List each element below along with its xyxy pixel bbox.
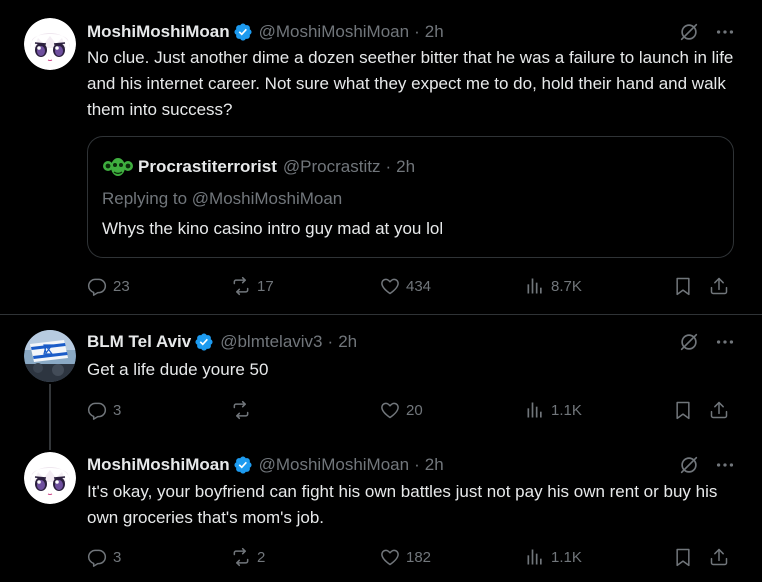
- reply-icon: [87, 276, 107, 296]
- display-name[interactable]: MoshiMoshiMoan: [87, 22, 230, 42]
- reply-count: 3: [113, 548, 122, 566]
- like-button[interactable]: 20: [380, 398, 423, 422]
- grok-icon[interactable]: [678, 21, 700, 43]
- quote-text: Whys the kino casino intro guy mad at yo…: [102, 219, 444, 238]
- reply-button[interactable]: 3: [87, 398, 121, 422]
- like-count: 182: [406, 548, 432, 566]
- share-button[interactable]: [709, 274, 729, 298]
- bookmark-icon: [673, 400, 693, 420]
- tweet-1[interactable]: MoshiMoshiMoan @MoshiMoshiMoan · 2h No c…: [0, 0, 762, 314]
- share-icon: [709, 400, 729, 420]
- share-button[interactable]: [709, 545, 729, 569]
- action-bar: 3 2 182 1.1K: [87, 545, 737, 569]
- like-button[interactable]: 434: [380, 274, 431, 298]
- avatar[interactable]: [24, 18, 76, 70]
- action-bar: 3 20 1.1K: [87, 398, 737, 422]
- reply-button[interactable]: 23: [87, 274, 130, 298]
- share-button[interactable]: [709, 398, 729, 422]
- timestamp[interactable]: 2h: [425, 455, 444, 475]
- handle[interactable]: @blmtelaviv3: [220, 332, 322, 352]
- tweet-text: No clue. Just another dime a dozen seeth…: [87, 48, 734, 119]
- views-button[interactable]: 1.1K: [525, 398, 582, 422]
- quote-handle: @Procrastitz: [282, 157, 381, 176]
- repost-button[interactable]: [231, 398, 251, 422]
- repost-button[interactable]: 17: [231, 274, 274, 298]
- bookmark-icon: [673, 547, 693, 567]
- views-button[interactable]: 8.7K: [525, 274, 582, 298]
- repost-icon: [231, 276, 251, 296]
- views-count: 8.7K: [551, 277, 582, 295]
- repost-icon: [231, 400, 251, 420]
- views-button[interactable]: 1.1K: [525, 545, 582, 569]
- views-icon: [525, 547, 545, 567]
- tweet-text: Get a life dude youre 50: [87, 360, 269, 379]
- bookmark-button[interactable]: [673, 545, 693, 569]
- reply-icon: [87, 547, 107, 567]
- like-icon: [380, 400, 400, 420]
- verified-badge-icon: [233, 22, 253, 42]
- views-count: 1.1K: [551, 548, 582, 566]
- repost-icon: [231, 547, 251, 567]
- separator-dot: ·: [414, 455, 420, 474]
- action-bar: 23 17 434 8.7K: [87, 274, 737, 298]
- like-count: 20: [406, 401, 423, 419]
- tweet-header: MoshiMoshiMoan @MoshiMoshiMoan · 2h: [87, 453, 444, 477]
- avatar[interactable]: [24, 452, 76, 504]
- handle[interactable]: @MoshiMoshiMoan: [259, 22, 409, 42]
- grok-icon[interactable]: [678, 331, 700, 353]
- display-name[interactable]: MoshiMoshiMoan: [87, 455, 230, 475]
- views-icon: [525, 276, 545, 296]
- like-icon: [380, 547, 400, 567]
- share-icon: [709, 547, 729, 567]
- verified-badge-icon: [194, 332, 214, 352]
- quote-display-name: Procrastiterrorist: [138, 157, 277, 176]
- like-icon: [380, 276, 400, 296]
- like-count: 434: [406, 277, 432, 295]
- more-icon[interactable]: [714, 21, 736, 43]
- quote-avatar: [102, 155, 134, 179]
- views-icon: [525, 400, 545, 420]
- bookmark-button[interactable]: [673, 398, 693, 422]
- tweet-2[interactable]: BLM Tel Aviv @blmtelaviv3 · 2h Get a lif…: [0, 315, 762, 450]
- separator-dot: ·: [327, 332, 334, 351]
- repost-count: 2: [257, 548, 266, 566]
- like-button[interactable]: 182: [380, 545, 431, 569]
- repost-count: 17: [257, 277, 274, 295]
- quote-timestamp: 2h: [396, 157, 416, 176]
- separator-dot: ·: [385, 157, 392, 176]
- replying-to: Replying to @MoshiMoshiMoan: [102, 189, 343, 208]
- more-icon[interactable]: [714, 331, 736, 353]
- tweet-header: MoshiMoshiMoan @MoshiMoshiMoan · 2h: [87, 20, 444, 44]
- bookmark-icon: [673, 276, 693, 296]
- views-count: 1.1K: [551, 401, 582, 419]
- tweet-header: BLM Tel Aviv @blmtelaviv3 · 2h: [87, 330, 357, 354]
- quoted-tweet[interactable]: Procrastiterrorist @Procrastitz · 2h Rep…: [87, 136, 734, 258]
- display-name[interactable]: BLM Tel Aviv: [87, 332, 191, 352]
- reply-count: 23: [113, 277, 130, 295]
- avatar[interactable]: [24, 330, 76, 382]
- handle[interactable]: @MoshiMoshiMoan: [259, 455, 409, 475]
- reply-count: 3: [113, 401, 122, 419]
- separator-dot: ·: [414, 22, 420, 41]
- tweet-text: It's okay, your boyfriend can fight his …: [87, 482, 718, 527]
- reply-button[interactable]: 3: [87, 545, 121, 569]
- timestamp[interactable]: 2h: [338, 332, 357, 352]
- repost-button[interactable]: 2: [231, 545, 265, 569]
- share-icon: [709, 276, 729, 296]
- reply-icon: [87, 400, 107, 420]
- timestamp[interactable]: 2h: [425, 22, 444, 42]
- more-icon[interactable]: [714, 454, 736, 476]
- tweet-3[interactable]: MoshiMoshiMoan @MoshiMoshiMoan · 2h It's…: [0, 440, 762, 582]
- bookmark-button[interactable]: [673, 274, 693, 298]
- grok-icon[interactable]: [678, 454, 700, 476]
- verified-badge-icon: [233, 455, 253, 475]
